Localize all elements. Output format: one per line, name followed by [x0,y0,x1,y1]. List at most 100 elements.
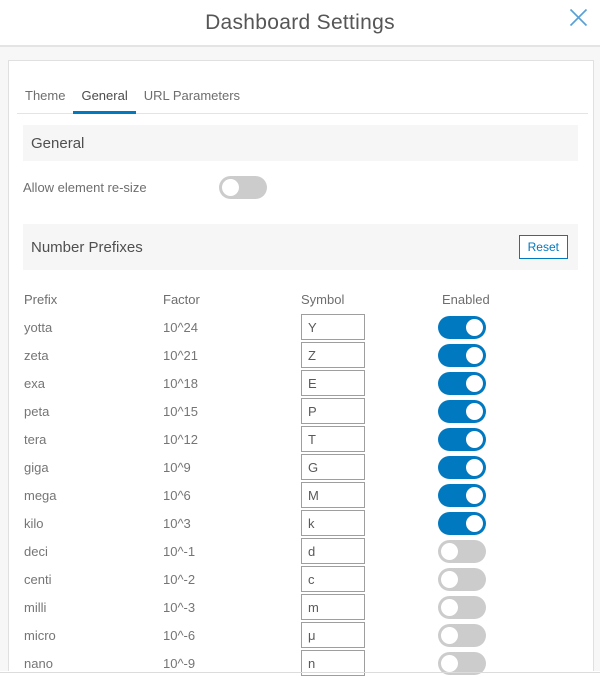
symbol-input[interactable] [301,342,365,368]
prefix-table-header: Prefix Factor Symbol Enabled [24,285,578,313]
factor-cell: 10^24 [163,320,301,335]
toggle-knob [441,627,458,644]
symbol-cell [301,538,438,564]
close-button[interactable] [566,7,590,31]
close-icon [568,7,589,31]
column-header-enabled: Enabled [438,292,578,307]
toggle-knob [466,515,483,532]
prefix-table-row: kilo10^3 [24,509,578,537]
toggle-knob [466,319,483,336]
symbol-input[interactable] [301,622,365,648]
symbol-input[interactable] [301,454,365,480]
enabled-cell [438,316,578,339]
enabled-toggle[interactable] [438,484,486,507]
allow-resize-toggle[interactable] [219,176,267,199]
allow-resize-row: Allow element re-size [23,161,578,213]
symbol-input[interactable] [301,538,365,564]
tab-theme[interactable]: Theme [17,88,73,113]
prefix-table: Prefix Factor Symbol Enabled yotta10^24z… [24,285,578,677]
tab-general[interactable]: General [73,88,135,114]
toggle-knob [466,375,483,392]
column-header-factor: Factor [163,292,301,307]
factor-cell: 10^15 [163,404,301,419]
prefix-table-row: peta10^15 [24,397,578,425]
factor-cell: 10^21 [163,348,301,363]
column-header-prefix: Prefix [24,292,163,307]
toggle-knob [466,347,483,364]
factor-cell: 10^-2 [163,572,301,587]
enabled-toggle[interactable] [438,372,486,395]
dialog-header: Dashboard Settings [0,0,600,47]
enabled-toggle[interactable] [438,428,486,451]
symbol-cell [301,342,438,368]
general-section-title: General [31,135,84,152]
toggle-knob [466,431,483,448]
prefix-cell: giga [24,460,163,475]
prefix-cell: kilo [24,516,163,531]
factor-cell: 10^-6 [163,628,301,643]
tab-bar: Theme General URL Parameters [17,61,588,114]
enabled-toggle[interactable] [438,568,486,591]
symbol-cell [301,426,438,452]
symbol-cell [301,398,438,424]
toggle-knob [441,655,458,672]
enabled-toggle[interactable] [438,596,486,619]
tab-url-parameters[interactable]: URL Parameters [136,88,248,113]
symbol-input[interactable] [301,482,365,508]
symbol-input[interactable] [301,594,365,620]
toggle-knob [466,403,483,420]
enabled-toggle[interactable] [438,400,486,423]
enabled-toggle[interactable] [438,512,486,535]
prefix-cell: yotta [24,320,163,335]
toggle-knob [441,543,458,560]
symbol-input[interactable] [301,314,365,340]
prefix-table-row: exa10^18 [24,369,578,397]
symbol-input[interactable] [301,426,365,452]
enabled-toggle[interactable] [438,540,486,563]
prefix-table-row: centi10^-2 [24,565,578,593]
enabled-cell [438,568,578,591]
settings-panel: Theme General URL Parameters General All… [8,60,594,671]
reset-button[interactable]: Reset [519,235,568,259]
enabled-cell [438,456,578,479]
symbol-cell [301,594,438,620]
toggle-knob [466,459,483,476]
prefix-table-row: deci10^-1 [24,537,578,565]
symbol-cell [301,370,438,396]
prefix-table-row: mega10^6 [24,481,578,509]
enabled-cell [438,484,578,507]
prefix-cell: centi [24,572,163,587]
enabled-toggle[interactable] [438,456,486,479]
enabled-cell [438,624,578,647]
general-section-header: General [23,125,578,161]
dashboard-settings-dialog: { "dialog": { "title": "Dashboard Settin… [0,0,600,673]
prefix-table-row: giga10^9 [24,453,578,481]
symbol-input[interactable] [301,398,365,424]
enabled-cell [438,512,578,535]
symbol-cell [301,454,438,480]
factor-cell: 10^-1 [163,544,301,559]
factor-cell: 10^18 [163,376,301,391]
prefix-cell: zeta [24,348,163,363]
factor-cell: 10^3 [163,516,301,531]
toggle-knob [441,599,458,616]
enabled-cell [438,540,578,563]
symbol-cell [301,314,438,340]
enabled-cell [438,400,578,423]
symbol-input[interactable] [301,510,365,536]
dialog-title: Dashboard Settings [0,0,600,45]
enabled-toggle[interactable] [438,344,486,367]
prefix-cell: micro [24,628,163,643]
prefix-cell: mega [24,488,163,503]
enabled-cell [438,596,578,619]
enabled-toggle[interactable] [438,624,486,647]
symbol-input[interactable] [301,566,365,592]
prefix-cell: deci [24,544,163,559]
factor-cell: 10^-9 [163,656,301,671]
symbol-input[interactable] [301,370,365,396]
factor-cell: 10^12 [163,432,301,447]
symbol-cell [301,510,438,536]
enabled-toggle[interactable] [438,316,486,339]
enabled-cell [438,372,578,395]
prefix-table-row: zeta10^21 [24,341,578,369]
